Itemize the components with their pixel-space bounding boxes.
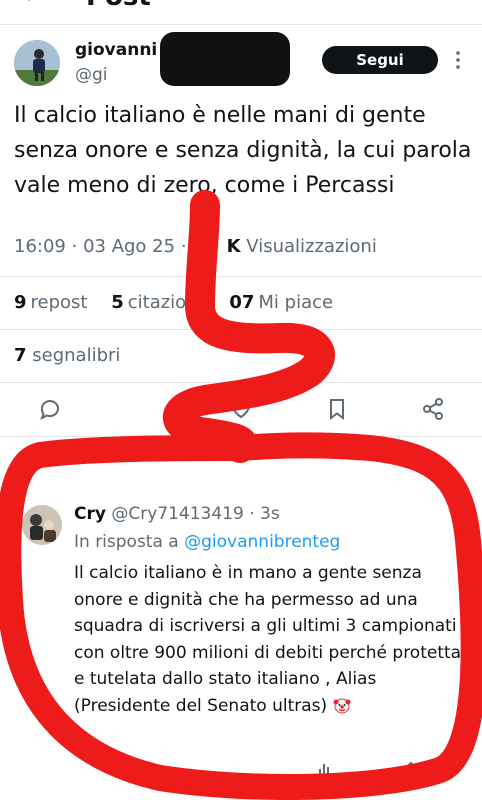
bookmarks-count[interactable]: 7 <box>14 345 27 366</box>
author-handle[interactable]: @gi <box>75 65 108 85</box>
more-options-icon[interactable] <box>452 48 464 72</box>
like-icon[interactable] <box>228 396 254 422</box>
quotes-count[interactable]: 5 <box>111 292 124 313</box>
reply-header: Cry @Cry71413419 · 3s <box>74 504 280 524</box>
reply-avatar[interactable] <box>22 505 62 545</box>
reposts-count[interactable]: 9 <box>14 292 27 313</box>
avatar-photo-icon <box>22 505 62 545</box>
redaction-scribble <box>160 32 290 86</box>
divider <box>0 436 482 437</box>
back-arrow-icon[interactable]: ← <box>24 0 42 9</box>
bookmarks-label[interactable]: segnalibri <box>32 345 120 366</box>
reply-text: Il calcio italiano è in mano a gente sen… <box>74 563 462 716</box>
author-avatar[interactable] <box>14 40 60 86</box>
divider <box>0 24 482 25</box>
reply-text-block: Il calcio italiano è in mano a gente sen… <box>74 560 464 719</box>
reply-age: 3s <box>260 504 280 524</box>
reposts-label[interactable]: repost <box>31 292 88 313</box>
in-reply-mention[interactable]: @giovannibrenteg <box>184 532 340 552</box>
author-name[interactable]: giovanni <box>75 40 157 60</box>
quotes-label[interactable]: citazior <box>128 292 194 313</box>
divider <box>0 276 482 277</box>
bookmarks-row: 7 segnalibri <box>14 345 120 366</box>
meta-dot: · <box>243 504 261 524</box>
bookmark-icon[interactable] <box>324 396 350 422</box>
divider <box>0 329 482 330</box>
views-count: K <box>226 236 241 257</box>
reply-author-handle[interactable]: @Cry71413419 <box>111 504 243 524</box>
avatar-photo-icon <box>14 40 60 86</box>
follow-button[interactable]: Segui <box>322 46 438 74</box>
share-icon[interactable] <box>404 760 418 774</box>
tweet-text: Il calcio italiano è nelle mani di gente… <box>14 103 472 198</box>
reply-author-name[interactable]: Cry <box>74 504 106 524</box>
likes-count[interactable]: 07 <box>229 292 254 313</box>
in-reply-to: In risposta a @giovannibrenteg <box>74 532 340 552</box>
tweet-meta: 16:09 · 03 Ago 25 · K Visualizzazioni <box>14 236 377 257</box>
in-reply-prefix: In risposta a <box>74 532 179 552</box>
views-chart-icon[interactable] <box>318 760 332 774</box>
tweet-time: 16:09 <box>14 236 66 257</box>
share-icon[interactable] <box>420 396 446 422</box>
page-title: Post <box>86 0 151 12</box>
views-label: Visualizzazioni <box>246 236 377 257</box>
tweet-date: 03 Ago 25 <box>83 236 176 257</box>
stats-row: 9 repost 5 citazior 07 Mi piace <box>14 292 337 313</box>
divider <box>0 382 482 383</box>
reply-icon[interactable] <box>37 396 63 422</box>
meta-dot: · <box>180 236 221 257</box>
meta-dot: · <box>71 236 84 257</box>
likes-label[interactable]: Mi piace <box>258 292 333 313</box>
clown-emoji-icon <box>333 696 351 714</box>
